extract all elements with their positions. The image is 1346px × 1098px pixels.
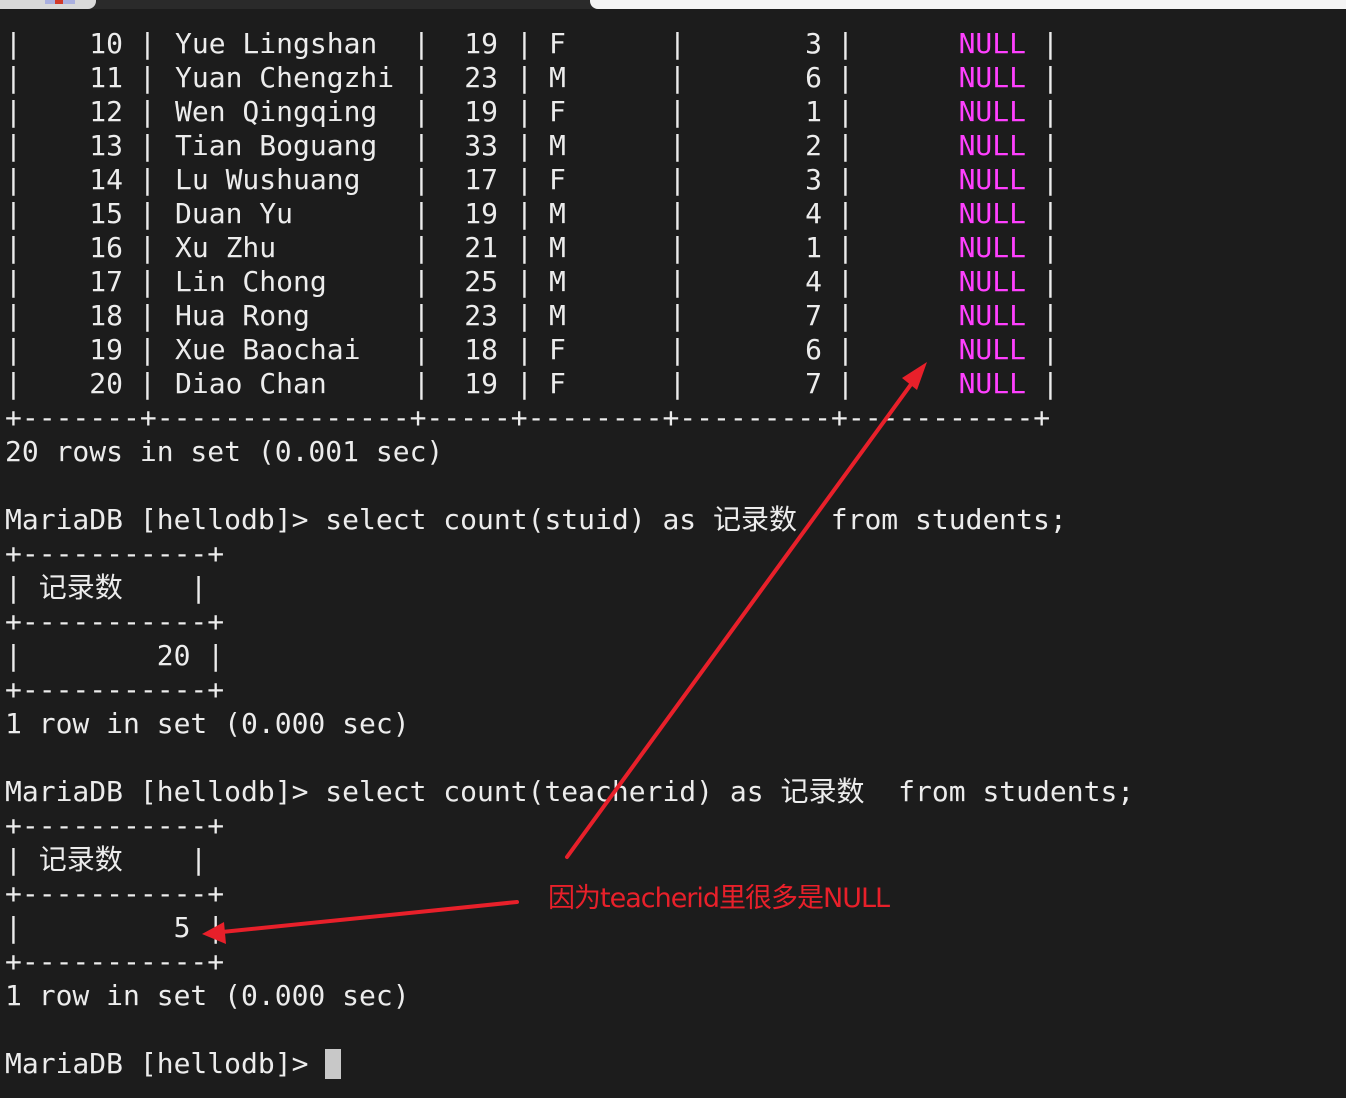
arrow-to-count-value: [210, 900, 519, 935]
annotation-text: 因为teacherid里很多是NULL: [548, 883, 890, 914]
arrowhead-icon: [202, 922, 226, 944]
arrow-to-null-column: [565, 370, 922, 859]
arrowhead-icon: [902, 362, 927, 390]
annotation-arrows: [202, 362, 927, 944]
